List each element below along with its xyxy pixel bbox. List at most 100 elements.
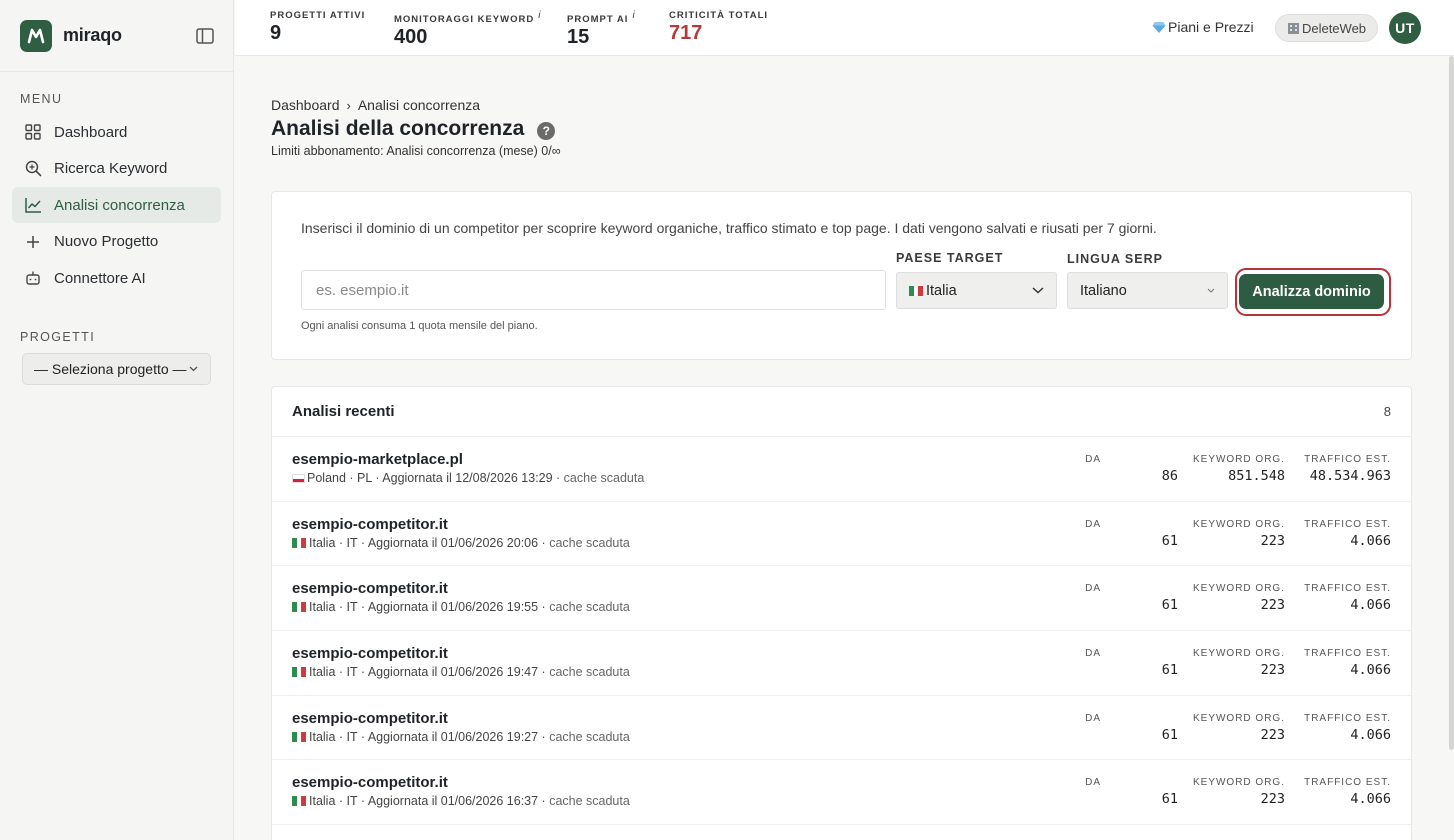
row-meta: Italia · IT · Aggiornata il 01/06/2026 2… <box>292 536 630 550</box>
sidebar-item-label: Connettore AI <box>54 269 146 287</box>
row-meta-text: Poland · PL · Aggiornata il 12/08/2026 1… <box>307 471 564 485</box>
sidebar-item-analisi-concorrenza[interactable]: Analisi concorrenza <box>12 187 221 223</box>
traffic-label: TRAFFICO EST. <box>1304 583 1391 595</box>
row-domain[interactable]: esempio-competitor.it <box>292 516 448 533</box>
keywords-value: 851.548 <box>1228 468 1285 484</box>
stat-criticita-totali: CRITICITÀ TOTALI 717 <box>669 10 768 45</box>
stat-progetti-attivi: PROGETTI ATTIVI 9 <box>270 10 365 45</box>
da-value: 86 <box>1161 468 1178 484</box>
recent-header: Analisi recenti 8 <box>272 387 1411 437</box>
sidebar-item-label: Nuovo Progetto <box>54 233 159 250</box>
chart-line-icon <box>24 196 42 214</box>
table-row[interactable]: esempio-competitor.it Italia · IT · Aggio… <box>272 760 1411 826</box>
traffic-label: TRAFFICO EST. <box>1304 777 1391 789</box>
plus-icon <box>24 233 42 251</box>
sidebar-item-label: Analisi concorrenza <box>54 196 185 214</box>
domain-input[interactable] <box>301 270 886 310</box>
row-meta-text: Italia · IT · Aggiornata il 01/06/2026 1… <box>309 665 550 680</box>
italy-flag-icon <box>292 731 306 742</box>
da-label: DA <box>1085 777 1101 789</box>
row-meta-text: Italia · IT · Aggiornata il 01/06/2026 1… <box>309 600 550 615</box>
project-select[interactable]: — Seleziona progetto — <box>22 353 211 385</box>
language-label: LINGUA SERP <box>1067 252 1163 266</box>
plans-link[interactable]: Piani e Prezzi <box>1152 19 1254 35</box>
stat-label: PROMPT AI <box>567 14 629 25</box>
traffic-value: 4.066 <box>1350 791 1391 808</box>
info-icon[interactable]: i <box>538 10 541 21</box>
language-select[interactable]: Italiano <box>1067 272 1228 309</box>
sidebar-item-nuovo-progetto[interactable]: Nuovo Progetto <box>12 224 221 260</box>
sidebar: miraqo MENU Dashboard Ricerca Keyword An… <box>0 0 234 840</box>
traffic-label: TRAFFICO EST. <box>1304 648 1391 660</box>
analyze-domain-button[interactable]: Analizza dominio <box>1239 274 1384 309</box>
poland-flag-icon <box>292 474 305 483</box>
recent-analyses-card: Analisi recenti 8 esempio-marketplace.pl… <box>271 386 1412 840</box>
italy-flag-icon <box>292 796 306 807</box>
keywords-value: 223 <box>1260 726 1285 743</box>
chevron-down-icon <box>1207 288 1215 293</box>
da-label: DA <box>1085 518 1101 530</box>
workspace-switcher[interactable]: DeleteWeb <box>1275 14 1378 42</box>
row-meta: Italia · IT · Aggiornata il 01/06/2026 1… <box>292 665 630 679</box>
row-domain[interactable]: esempio-competitor.it <box>292 774 448 791</box>
table-row[interactable]: esempio-marketplace.pl Poland · PL · Aggi… <box>272 437 1411 502</box>
row-domain[interactable]: esempio-marketplace.pl <box>292 451 463 468</box>
country-select[interactable]: Italia <box>896 272 1057 309</box>
breadcrumb: Dashboard › Analisi concorrenza <box>271 97 480 113</box>
breadcrumb-current: Analisi concorrenza <box>357 97 481 113</box>
italy-flag-icon <box>909 285 923 296</box>
row-meta: Italia · IT · Aggiornata il 01/06/2026 1… <box>292 600 630 614</box>
traffic-label: TRAFFICO EST. <box>1304 712 1391 724</box>
projects-section-label: PROGETTI <box>20 330 96 344</box>
keywords-label: KEYWORD ORG. <box>1192 454 1285 465</box>
robot-icon <box>24 269 42 287</box>
sidebar-item-connettore-ai[interactable]: Connettore AI <box>12 260 221 296</box>
sidebar-item-dashboard[interactable]: Dashboard <box>12 114 221 150</box>
cache-status: cache scaduta <box>549 600 630 615</box>
scrollbar[interactable] <box>1449 56 1454 750</box>
keywords-label: KEYWORD ORG. <box>1192 648 1285 660</box>
row-meta-text: Italia · IT · Aggiornata il 01/06/2026 1… <box>309 794 550 809</box>
brand-name: miraqo <box>63 25 122 45</box>
plans-label: Piani e Prezzi <box>1168 19 1254 35</box>
chevron-down-icon <box>1032 287 1044 294</box>
traffic-value: 4.066 <box>1350 662 1391 679</box>
topbar: PROGETTI ATTIVI 9 MONITORAGGI KEYWORD i 4… <box>235 0 1454 56</box>
stat-value: 717 <box>669 22 703 44</box>
keywords-label: KEYWORD ORG. <box>1192 518 1285 530</box>
search-icon <box>24 160 42 178</box>
grid-icon <box>24 123 42 141</box>
traffic-value: 4.066 <box>1350 532 1391 549</box>
table-row[interactable]: esempio-competitor.it Italia · IT · Aggio… <box>272 631 1411 696</box>
breadcrumb-dashboard-link[interactable]: Dashboard <box>271 97 340 113</box>
avatar[interactable]: UT <box>1389 12 1421 44</box>
table-row[interactable]: esempio-competitor.it Italia · IT · Aggio… <box>272 502 1411 567</box>
info-icon[interactable]: i <box>632 10 635 21</box>
keywords-value: 223 <box>1260 662 1285 679</box>
row-domain[interactable]: esempio-competitor.it <box>292 710 448 727</box>
brand-logo-icon[interactable] <box>20 19 52 52</box>
table-row[interactable]: esempio-competitor.it Italia · IT · Aggio… <box>272 566 1411 632</box>
keywords-label: KEYWORD ORG. <box>1192 712 1285 724</box>
page-title-wrap: Analisi della concorrenza ? <box>271 117 556 141</box>
sidebar-item-ricerca-keyword[interactable]: Ricerca Keyword <box>12 151 221 187</box>
cache-status: cache scaduta <box>549 665 630 680</box>
da-label: DA <box>1085 454 1101 465</box>
stat-prompt-ai: PROMPT AI i 15 <box>567 10 636 49</box>
stat-value: 9 <box>270 22 282 44</box>
sidebar-toggle-icon[interactable] <box>195 26 215 46</box>
row-domain[interactable]: esempio-competitor.it <box>292 645 448 662</box>
breadcrumb-separator: › <box>346 97 351 113</box>
stat-monitoraggi-keyword: MONITORAGGI KEYWORD i 400 <box>394 10 541 49</box>
gem-icon <box>1152 22 1166 33</box>
help-icon[interactable]: ? <box>537 121 556 140</box>
page-title: Analisi della concorrenza <box>271 117 525 140</box>
row-domain[interactable]: esempio-competitor.it <box>292 580 448 597</box>
traffic-value: 4.066 <box>1350 597 1391 614</box>
cache-status: cache scaduta <box>563 471 645 485</box>
recent-title: Analisi recenti <box>292 403 395 420</box>
italy-flag-icon <box>292 667 306 678</box>
table-row[interactable]: esempio-competitor.it Italia · IT · Aggio… <box>272 696 1411 761</box>
cache-status: cache scaduta <box>549 729 630 744</box>
project-select-value: — Seleziona progetto — <box>34 361 187 377</box>
